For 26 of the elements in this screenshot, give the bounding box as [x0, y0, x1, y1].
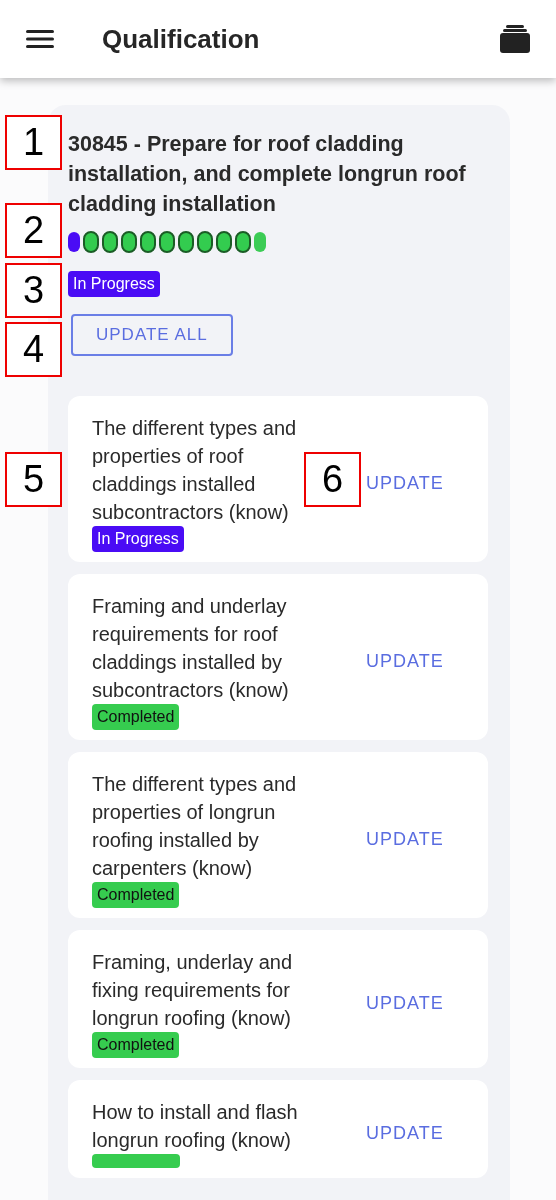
task-text: Framing and underlay requirements for roof claddings installed by subcontractors (know)	[92, 594, 290, 703]
status-badge: Completed	[92, 882, 180, 908]
annotation-marker: 5	[5, 452, 62, 507]
stack-icon[interactable]	[500, 25, 530, 53]
annotation-marker: 1	[5, 115, 62, 170]
status-badge: Completed	[92, 1032, 180, 1058]
page-title: Qualification	[102, 23, 260, 55]
status-badge: In Progress	[68, 271, 160, 297]
annotation-marker: 6	[304, 452, 361, 507]
update-button[interactable]: UPDATE	[366, 646, 444, 676]
update-button[interactable]: UPDATE	[366, 988, 444, 1018]
status-badge: Completed	[92, 704, 180, 730]
annotation-marker: 2	[5, 203, 62, 258]
annotation-marker: 3	[5, 263, 62, 318]
task-text: The different types and properties of longrun roofing installed by carpenters (know)	[92, 772, 298, 881]
update-button[interactable]: UPDATE	[366, 824, 444, 854]
task-text: The different types and properties of roof claddings installed subcontractors (know)	[92, 416, 298, 525]
status-badge: In Progress	[92, 526, 184, 552]
update-button[interactable]: UPDATE	[366, 1118, 444, 1148]
menu-icon[interactable]	[26, 29, 54, 49]
update-all-button[interactable]: UPDATE ALL	[71, 314, 233, 356]
unit-title: 30845 - Prepare for roof cladding installation, and complete longrun roof cladding installation	[68, 131, 467, 218]
task-text: Framing, underlay and fixing requirements for longrun roofing (know)	[92, 950, 294, 1031]
update-button[interactable]: UPDATE	[366, 468, 444, 498]
task-text: How to install and flash longrun roofing (know)	[92, 1100, 298, 1153]
annotation-marker: 4	[5, 322, 62, 377]
